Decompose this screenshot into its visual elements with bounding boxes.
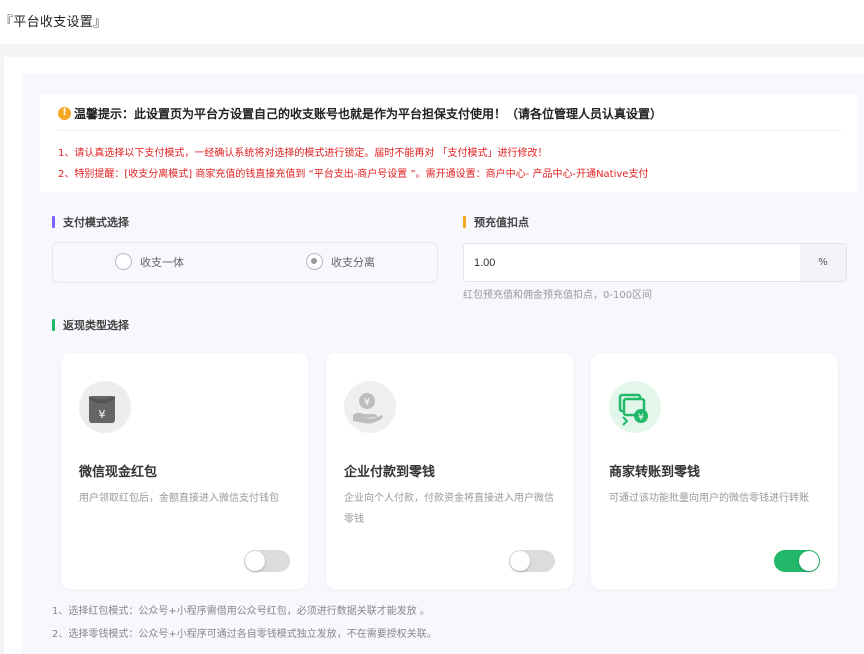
radio-option-separated[interactable]: 收支分离 — [306, 253, 375, 270]
footnote-2: 2、选择零钱模式：公众号+小程序可通过各自零钱模式独立发放，不在需要授权关联。 — [52, 629, 437, 640]
radio-checked-icon — [306, 253, 323, 270]
svg-text:¥: ¥ — [638, 413, 644, 423]
enterprise-payment-toggle[interactable] — [509, 550, 555, 572]
radio-label-separated: 收支分离 — [331, 255, 375, 269]
toggle-knob — [799, 551, 819, 571]
cashback-label: 返现类型选择 — [52, 317, 129, 333]
card-description: 用户领取红包后，金额直接进入微信支付钱包 — [79, 493, 279, 504]
notice-line-1: 1、请认真选择以下支付模式，一经确认系统将对选择的模式进行锁定。届时不能再对 「… — [58, 148, 548, 159]
red-envelope-icon: ¥ — [79, 381, 131, 433]
prepay-hint: 红包预充值和佣金预充值扣点，0-100区间 — [463, 290, 653, 301]
prepay-label-text: 预充值扣点 — [474, 216, 529, 229]
card-title: 企业付款到零钱 — [344, 465, 436, 480]
card-title: 商家转账到零钱 — [609, 465, 701, 480]
coin-hand-icon: ¥ — [344, 381, 396, 433]
merchant-transfer-toggle[interactable] — [774, 550, 820, 572]
top-bar: 『平台收支设置』 — [0, 0, 864, 44]
cashback-card-enterprise-payment[interactable]: ¥ 企业付款到零钱 企业向个人付款，付款资金将直接进入用户微信零钱 — [326, 353, 573, 589]
notice-line-2: 2、特别提醒：[收支分离模式] 商家充值的钱直接充值到 “平台支出-商户号设置 … — [58, 169, 649, 180]
section-bar — [52, 319, 55, 331]
page-title: 『平台收支设置』 — [0, 15, 107, 30]
prepay-rate-input[interactable] — [464, 244, 801, 281]
prepay-input-group: % — [463, 243, 847, 282]
section-bar — [463, 216, 466, 228]
toggle-knob — [245, 551, 265, 571]
radio-unchecked-icon — [115, 253, 132, 270]
payment-mode-label-text: 支付模式选择 — [63, 216, 129, 229]
card-title: 微信现金红包 — [79, 465, 158, 480]
cashback-card-red-envelope[interactable]: ¥ 微信现金红包 用户领取红包后，金额直接进入微信支付钱包 — [61, 353, 308, 589]
payment-mode-radio-group: 收支一体 收支分离 — [52, 242, 438, 283]
svg-text:¥: ¥ — [364, 397, 370, 408]
footnote-1: 1、选择红包模式：公众号+小程序需借用公众号红包，必须进行数据关联才能发放 。 — [52, 606, 430, 617]
cashback-label-text: 返现类型选择 — [63, 319, 129, 332]
cashback-card-merchant-transfer[interactable]: ¥ 商家转账到零钱 可通过该功能批量向用户的微信零钱进行转账 — [591, 353, 838, 589]
card-description: 可通过该功能批量向用户的微信零钱进行转账 — [609, 493, 809, 504]
transfer-icon: ¥ — [609, 381, 661, 433]
section-bar — [52, 216, 55, 228]
payment-mode-label: 支付模式选择 — [52, 214, 129, 230]
radio-option-combined[interactable]: 收支一体 — [115, 253, 184, 270]
notice-divider — [58, 130, 842, 131]
notice-header: ! 温馨提示：此设置页为平台方设置自己的收支账号也就是作为平台担保支付使用！（请… — [58, 104, 662, 122]
notice-title: 温馨提示：此设置页为平台方设置自己的收支账号也就是作为平台担保支付使用！（请各位… — [74, 106, 663, 121]
warning-icon: ! — [58, 106, 71, 120]
prepay-label: 预充值扣点 — [463, 214, 529, 230]
red-envelope-toggle[interactable] — [244, 550, 290, 572]
radio-label-combined: 收支一体 — [140, 255, 184, 269]
toggle-knob — [510, 551, 530, 571]
card-description: 企业向个人付款，付款资金将直接进入用户微信零钱 — [344, 493, 554, 525]
svg-text:¥: ¥ — [99, 408, 106, 421]
percent-unit: % — [800, 244, 846, 281]
